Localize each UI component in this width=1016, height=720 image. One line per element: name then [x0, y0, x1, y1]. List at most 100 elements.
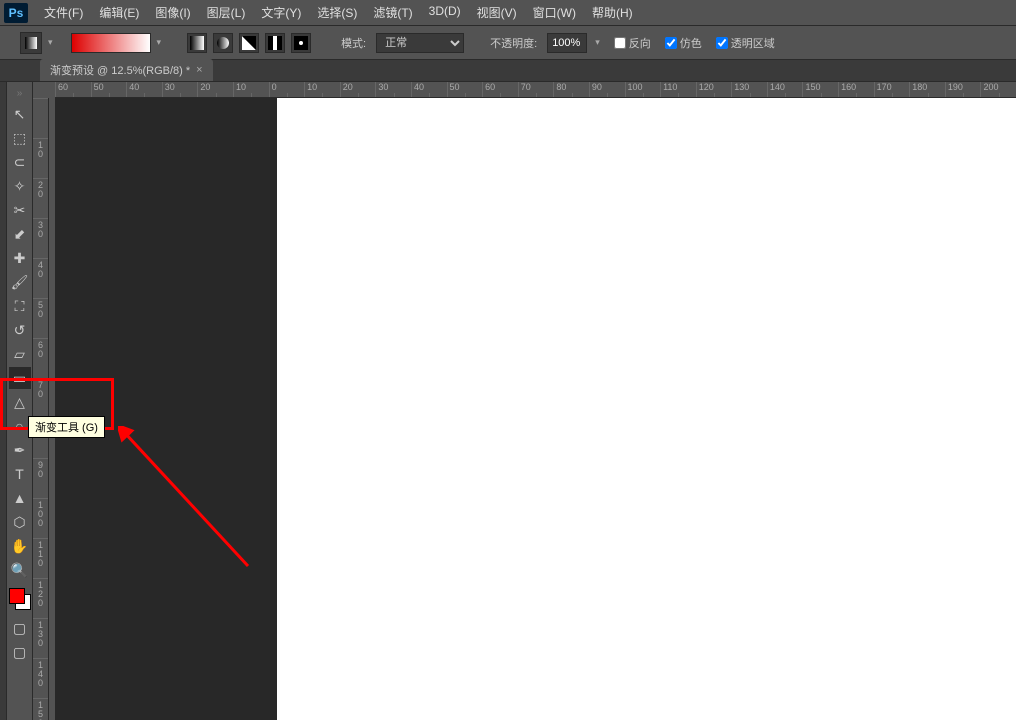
path-selection-tool[interactable]: ▲ [9, 487, 31, 509]
ruler-tick: 80 [553, 82, 589, 97]
brush-tool[interactable]: 🖌 [9, 271, 31, 293]
current-tool-icon[interactable] [20, 32, 42, 54]
type-tool[interactable]: T [9, 463, 31, 485]
opacity-label: 不透明度: [490, 35, 537, 51]
close-icon[interactable]: × [196, 64, 202, 76]
ruler-tick: 50 [33, 298, 48, 338]
ruler-tick: 10 [33, 138, 48, 178]
work-area: » ↖⬚⊂✧✂⬋✚🖌⛶↺▱▭△○✒T▲⬡✋🔍▢▢ 605040302010010… [0, 82, 1016, 720]
dither-checkbox[interactable]: 仿色 [665, 35, 702, 51]
ruler-tick: 130 [33, 618, 48, 658]
ruler-tick: 60 [55, 82, 91, 97]
ruler-tick: 0 [269, 82, 305, 97]
clone-stamp-tool[interactable]: ⛶ [9, 295, 31, 317]
ruler-tick: 50 [447, 82, 483, 97]
toolbox-handle[interactable]: » [9, 85, 31, 101]
ruler-tick: 50 [91, 82, 127, 97]
ruler-tick: 70 [518, 82, 554, 97]
ruler-tick: 20 [197, 82, 233, 97]
menu-item[interactable]: 3D(D) [421, 0, 469, 25]
menu-item[interactable]: 图层(L) [199, 0, 254, 25]
ruler-tick: 60 [33, 338, 48, 378]
pen-tool[interactable]: ✒ [9, 439, 31, 461]
ruler-tick: 20 [340, 82, 376, 97]
ruler-tick: 160 [838, 82, 874, 97]
ruler-tick: 140 [767, 82, 803, 97]
ruler-tick: 120 [696, 82, 732, 97]
canvas-viewport[interactable] [55, 98, 1016, 720]
history-brush-tool[interactable]: ↺ [9, 319, 31, 341]
ruler-tick: 100 [33, 498, 48, 538]
menu-item[interactable]: 滤镜(T) [365, 0, 420, 25]
mode-select[interactable]: 正常 [376, 33, 464, 53]
menu-item[interactable]: 编辑(E) [91, 0, 147, 25]
gradient-preview[interactable] [71, 33, 151, 53]
ruler-tick: 40 [33, 258, 48, 298]
magic-wand-tool[interactable]: ✧ [9, 175, 31, 197]
ruler-tick: 140 [33, 658, 48, 698]
ruler-tick: 110 [660, 82, 696, 97]
options-bar: ▾ ▾ 模式: 正常 不透明度: ▾ 反向 仿色 透明区域 [0, 26, 1016, 60]
eyedropper-tool[interactable]: ⬋ [9, 223, 31, 245]
hand-tool[interactable]: ✋ [9, 535, 31, 557]
ruler-tick: 30 [375, 82, 411, 97]
zoom-tool[interactable]: 🔍 [9, 559, 31, 581]
crop-tool[interactable]: ✂ [9, 199, 31, 221]
move-tool[interactable]: ↖ [9, 103, 31, 125]
ruler-tick: 200 [980, 82, 1016, 97]
ruler-tick: 150 [33, 698, 48, 720]
lasso-tool[interactable]: ⊂ [9, 151, 31, 173]
ruler-tick: 180 [909, 82, 945, 97]
menu-item[interactable]: 窗口(W) [525, 0, 584, 25]
ruler-tick: 120 [33, 578, 48, 618]
ruler-tick: 30 [33, 218, 48, 258]
mode-label: 模式: [341, 35, 366, 51]
ruler-tick: 40 [126, 82, 162, 97]
marquee-tool[interactable]: ⬚ [9, 127, 31, 149]
ruler-tick: 30 [162, 82, 198, 97]
menu-item[interactable]: 图像(I) [147, 0, 198, 25]
ruler-tick: 130 [731, 82, 767, 97]
document-tab-bar: 渐变预设 @ 12.5%(RGB/8) * × [0, 60, 1016, 82]
ruler-tick: 100 [625, 82, 661, 97]
foreground-color[interactable] [9, 588, 25, 604]
document-tab[interactable]: 渐变预设 @ 12.5%(RGB/8) * × [40, 59, 213, 81]
eraser-tool[interactable]: ▱ [9, 343, 31, 365]
menu-item[interactable]: 文件(F) [36, 0, 91, 25]
quick-mask-button[interactable]: ▢ [9, 617, 31, 639]
menubar: Ps 文件(F)编辑(E)图像(I)图层(L)文字(Y)选择(S)滤镜(T)3D… [0, 0, 1016, 26]
reverse-checkbox[interactable]: 反向 [614, 35, 651, 51]
annotation-arrow-icon [118, 426, 268, 576]
menu-item[interactable]: 文字(Y) [253, 0, 309, 25]
menu-item[interactable]: 视图(V) [469, 0, 525, 25]
canvas[interactable] [277, 98, 1016, 720]
ruler-tick: 60 [482, 82, 518, 97]
radial-gradient-button[interactable] [213, 33, 233, 53]
ruler-tick: 40 [411, 82, 447, 97]
healing-brush-tool[interactable]: ✚ [9, 247, 31, 269]
ruler-tick: 10 [304, 82, 340, 97]
linear-gradient-button[interactable] [187, 33, 207, 53]
ruler-tick: 150 [802, 82, 838, 97]
transparent-checkbox[interactable]: 透明区域 [716, 35, 775, 51]
menu-item[interactable]: 帮助(H) [584, 0, 641, 25]
ruler-horizontal: 6050403020100102030405060708090100110120… [55, 82, 1016, 98]
ps-logo-icon: Ps [4, 3, 28, 23]
color-swatches[interactable] [9, 588, 31, 610]
angle-gradient-button[interactable] [239, 33, 259, 53]
ruler-tick: 20 [33, 178, 48, 218]
reflected-gradient-button[interactable] [265, 33, 285, 53]
menu-item[interactable]: 选择(S) [309, 0, 365, 25]
ruler-tick: 90 [33, 458, 48, 498]
ruler-tick: 110 [33, 538, 48, 578]
ruler-tick: 10 [233, 82, 269, 97]
diamond-gradient-button[interactable] [291, 33, 311, 53]
ruler-tick [33, 98, 48, 138]
opacity-input[interactable] [547, 33, 587, 53]
screen-mode-button[interactable]: ▢ [9, 641, 31, 663]
tooltip: 渐变工具 (G) [28, 416, 105, 438]
document-title: 渐变预设 @ 12.5%(RGB/8) * [50, 62, 190, 78]
shape-tool[interactable]: ⬡ [9, 511, 31, 533]
ruler-tick: 90 [589, 82, 625, 97]
ruler-tick: 170 [874, 82, 910, 97]
